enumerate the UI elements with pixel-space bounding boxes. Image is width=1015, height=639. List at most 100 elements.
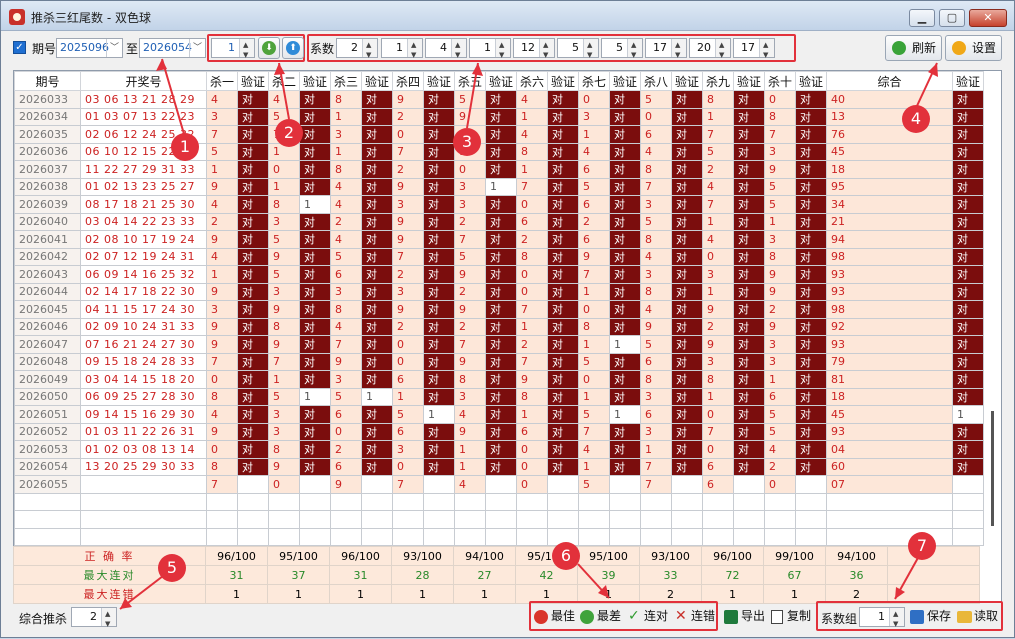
column-header[interactable]: 验证 bbox=[485, 71, 517, 91]
verify-cell[interactable] bbox=[952, 475, 984, 494]
table-row[interactable]: 2026034 01 03 07 13 22 23 3 对 5 对 1 对 2 对 9 对 1 对 3 对 0 对… bbox=[14, 107, 984, 126]
spin-arrows-icon[interactable] bbox=[715, 36, 730, 64]
kill-value-cell[interactable]: 7 bbox=[330, 335, 362, 354]
verify-cell[interactable]: 对 bbox=[671, 125, 703, 144]
kill-value-cell[interactable]: 9 bbox=[206, 317, 238, 336]
verify-cell[interactable]: 对 bbox=[299, 247, 331, 266]
column-header[interactable]: 杀二 bbox=[268, 71, 300, 91]
combined-cell[interactable]: 07 bbox=[826, 475, 953, 494]
best-button[interactable]: 最佳 bbox=[533, 605, 575, 629]
kill-value-cell[interactable]: 0 bbox=[640, 107, 672, 126]
verify-cell[interactable] bbox=[299, 475, 331, 494]
column-header[interactable]: 验证 bbox=[733, 71, 765, 91]
verify-cell[interactable]: 对 bbox=[609, 387, 641, 406]
combined-cell[interactable]: 98 bbox=[826, 247, 953, 266]
period-cell[interactable]: 2026052 bbox=[14, 422, 81, 441]
spin-arrows-icon[interactable] bbox=[627, 36, 642, 64]
draw-numbers-cell[interactable]: 04 11 15 17 24 30 bbox=[80, 300, 207, 319]
period-cell[interactable]: 2026043 bbox=[14, 265, 81, 284]
period-cell[interactable]: 2026053 bbox=[14, 440, 81, 459]
kill-value-cell[interactable]: 0 bbox=[392, 125, 424, 144]
kill-value-cell[interactable]: 4 bbox=[268, 90, 300, 109]
verify-cell[interactable] bbox=[547, 475, 579, 494]
kill-value-cell[interactable]: 4 bbox=[516, 90, 548, 109]
verify-cell[interactable]: 对 bbox=[733, 177, 765, 196]
verify-cell[interactable]: 对 bbox=[547, 317, 579, 336]
verify-cell[interactable]: 对 bbox=[485, 247, 517, 266]
kill-value-cell[interactable]: 4 bbox=[206, 247, 238, 266]
period-cell[interactable]: 2026034 bbox=[14, 107, 81, 126]
kill-value-cell[interactable]: 8 bbox=[640, 370, 672, 389]
verify-cell[interactable]: 对 bbox=[609, 160, 641, 179]
kill-value-cell[interactable]: 2 bbox=[516, 230, 548, 249]
kill-value-cell[interactable]: 9 bbox=[764, 265, 796, 284]
table-row[interactable]: 2026055 7 0 9 7 4 0 5 7 6 0 07 bbox=[14, 475, 984, 494]
column-header[interactable]: 杀五 bbox=[454, 71, 486, 91]
verify-cell[interactable]: 对 bbox=[795, 300, 827, 319]
verify-cell[interactable]: 对 bbox=[361, 247, 393, 266]
kill-value-cell[interactable]: 1 bbox=[268, 177, 300, 196]
kill-value-cell[interactable]: 9 bbox=[330, 475, 362, 494]
kill-value-cell[interactable]: 5 bbox=[578, 177, 610, 196]
kill-value-cell[interactable]: 2 bbox=[764, 300, 796, 319]
verify-cell[interactable]: 对 bbox=[671, 230, 703, 249]
verify-cell[interactable]: 对 bbox=[361, 177, 393, 196]
verify-cell[interactable]: 对 bbox=[547, 387, 579, 406]
verify-cell[interactable]: 对 bbox=[361, 125, 393, 144]
verify-cell[interactable]: 对 bbox=[952, 352, 984, 371]
verify-cell[interactable]: 对 bbox=[299, 370, 331, 389]
kill-value-cell[interactable]: 9 bbox=[516, 370, 548, 389]
kill-value-cell[interactable]: 9 bbox=[392, 230, 424, 249]
kill-value-cell[interactable]: 9 bbox=[702, 335, 734, 354]
verify-cell[interactable]: 对 bbox=[361, 90, 393, 109]
verify-cell[interactable]: 对 bbox=[547, 230, 579, 249]
period-cell[interactable]: 2026051 bbox=[14, 405, 81, 424]
verify-cell[interactable]: 对 bbox=[609, 317, 641, 336]
verify-cell[interactable]: 1 bbox=[299, 195, 331, 214]
verify-cell[interactable]: 对 bbox=[237, 230, 269, 249]
kill-value-cell[interactable]: 8 bbox=[516, 387, 548, 406]
kill-value-cell[interactable]: 6 bbox=[702, 457, 734, 476]
verify-cell[interactable]: 1 bbox=[361, 387, 393, 406]
verify-cell[interactable]: 对 bbox=[671, 142, 703, 161]
verify-cell[interactable]: 对 bbox=[952, 212, 984, 231]
verify-cell[interactable]: 对 bbox=[952, 370, 984, 389]
verify-cell[interactable]: 对 bbox=[671, 195, 703, 214]
verify-cell[interactable]: 对 bbox=[361, 317, 393, 336]
verify-cell[interactable]: 对 bbox=[485, 195, 517, 214]
table-row[interactable]: 2026046 02 09 10 24 31 33 9 对 8 对 4 对 2 对 2 对 1 对 8 对 9 对… bbox=[14, 317, 984, 336]
kill-value-cell[interactable]: 9 bbox=[268, 335, 300, 354]
verify-cell[interactable]: 对 bbox=[361, 457, 393, 476]
table-row[interactable]: 2026047 07 16 21 24 27 30 9 对 9 对 7 对 0 对 7 对 2 对 1 1 5 对… bbox=[14, 335, 984, 354]
kill-value-cell[interactable]: 2 bbox=[702, 160, 734, 179]
kill-value-cell[interactable]: 0 bbox=[206, 440, 238, 459]
kill-value-cell[interactable]: 9 bbox=[206, 177, 238, 196]
kill-value-cell[interactable]: 4 bbox=[330, 230, 362, 249]
verify-cell[interactable]: 对 bbox=[609, 177, 641, 196]
column-header[interactable]: 开奖号 bbox=[80, 71, 207, 91]
verify-cell[interactable]: 对 bbox=[609, 352, 641, 371]
spin-arrows-icon[interactable] bbox=[407, 36, 422, 64]
kill-value-cell[interactable]: 1 bbox=[764, 370, 796, 389]
verify-cell[interactable]: 对 bbox=[952, 230, 984, 249]
verify-cell[interactable]: 对 bbox=[952, 107, 984, 126]
kill-value-cell[interactable]: 4 bbox=[330, 317, 362, 336]
kill-value-cell[interactable]: 1 bbox=[640, 440, 672, 459]
verify-cell[interactable]: 对 bbox=[795, 317, 827, 336]
verify-cell[interactable]: 对 bbox=[485, 335, 517, 354]
close-button[interactable]: ✕ bbox=[969, 9, 1007, 27]
combined-cell[interactable]: 18 bbox=[826, 160, 953, 179]
verify-cell[interactable]: 对 bbox=[671, 405, 703, 424]
coef-spinner-5[interactable]: 12 bbox=[513, 36, 555, 64]
kill-value-cell[interactable]: 1 bbox=[330, 142, 362, 161]
verify-cell[interactable]: 对 bbox=[952, 125, 984, 144]
kill-value-cell[interactable]: 0 bbox=[578, 90, 610, 109]
verify-cell[interactable]: 对 bbox=[299, 90, 331, 109]
verify-cell[interactable]: 对 bbox=[795, 212, 827, 231]
kill-value-cell[interactable]: 6 bbox=[516, 422, 548, 441]
spin-arrows-icon[interactable] bbox=[759, 36, 774, 64]
verify-cell[interactable]: 对 bbox=[299, 177, 331, 196]
verify-cell[interactable]: 对 bbox=[423, 387, 455, 406]
coef-spinner-6[interactable]: 5 bbox=[557, 36, 599, 64]
column-header[interactable]: 验证 bbox=[609, 71, 641, 91]
